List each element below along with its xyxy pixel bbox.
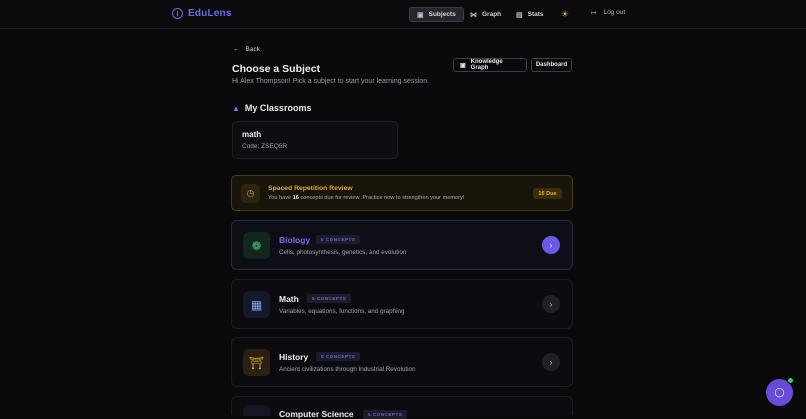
nav-stats-label: Stats xyxy=(527,11,544,18)
subject-card-history[interactable]: ⛩ History 5 CONCEPTS Ancient civilizatio… xyxy=(231,337,573,387)
graduation-cap-icon: ▲ xyxy=(232,103,240,113)
classroom-name: math xyxy=(242,130,262,139)
calculator-icon: ▦ xyxy=(243,291,270,318)
network-icon: ⋈ xyxy=(470,11,477,19)
logout-button[interactable]: ↦ Log out xyxy=(591,9,625,17)
nav-subjects[interactable]: ▣ Subjects xyxy=(409,7,464,22)
book-icon: ▣ xyxy=(417,11,424,19)
subject-description: Cells, photosynthesis, genetics, and evo… xyxy=(279,249,407,256)
chevron-right-icon[interactable]: › xyxy=(542,295,560,313)
due-badge: 16 Due xyxy=(533,188,562,199)
page-title: Choose a Subject xyxy=(232,63,321,75)
back-label: Back xyxy=(245,46,260,53)
bar-chart-icon: ▤ xyxy=(516,11,523,19)
knowledge-graph-label: Knowledge Graph xyxy=(470,59,503,71)
dashboard-button[interactable]: Dashboard xyxy=(531,58,572,72)
chevron-right-icon[interactable]: › xyxy=(542,353,560,371)
clock-icon: ◷ xyxy=(241,184,260,203)
chat-bubble-icon: ◯ xyxy=(774,387,785,397)
subject-description: Variables, equations, functions, and gra… xyxy=(279,308,405,315)
subject-name: Biology xyxy=(279,235,311,245)
back-button[interactable]: ← Back xyxy=(233,46,260,53)
subject-name: History xyxy=(279,352,309,362)
spaced-repetition-banner[interactable]: ◷ Spaced Repetition Review You have 16 c… xyxy=(231,175,573,211)
classroom-code: Code: ZSEQ5R xyxy=(242,143,288,150)
dna-icon: ❁ xyxy=(243,232,270,259)
review-text: You have 16 concepts due for review. Pra… xyxy=(268,195,464,201)
logout-label: Log out xyxy=(603,9,626,16)
sun-icon[interactable]: ☀ xyxy=(561,9,569,20)
nav-graph[interactable]: ⋈ Graph xyxy=(470,7,501,22)
review-text-before: You have xyxy=(268,195,293,201)
chevron-right-icon[interactable]: › xyxy=(542,236,560,254)
review-text-after: concepts due for review. Practice now to… xyxy=(298,195,465,201)
subject-card-math[interactable]: ▦ Math 5 CONCEPTS Variables, equations, … xyxy=(231,279,573,329)
nav-stats[interactable]: ▤ Stats xyxy=(516,7,544,22)
classrooms-heading: ▲ My Classrooms xyxy=(232,103,311,113)
concept-count-badge: 5 CONCEPTS xyxy=(316,352,361,361)
online-indicator xyxy=(787,377,794,384)
landmark-icon: ⛩ xyxy=(243,349,270,376)
classrooms-heading-label: My Classrooms xyxy=(244,103,312,113)
subject-description: Ancient civilizations through Industrial… xyxy=(279,366,416,373)
subject-card-computer-science[interactable]: Computer Science 5 CONCEPTS xyxy=(231,396,573,419)
dashboard-label: Dashboard xyxy=(535,62,568,68)
arrow-left-icon: ← xyxy=(233,46,240,53)
code-icon xyxy=(243,405,270,416)
top-nav: EduLens ▣ Subjects ⋈ Graph ▤ Stats ☀ ↦ L… xyxy=(0,0,806,29)
nav-subjects-label: Subjects xyxy=(428,11,456,18)
logo[interactable]: EduLens xyxy=(172,8,232,19)
page-subtitle: Hi Alex Thompson! Pick a subject to star… xyxy=(232,78,430,85)
review-title: Spaced Repetition Review xyxy=(268,185,353,192)
subject-card-biology[interactable]: ❁ Biology 5 CONCEPTS Cells, photosynthes… xyxy=(231,220,573,270)
subject-name: Computer Science xyxy=(279,409,354,419)
concept-count-badge: 5 CONCEPTS xyxy=(316,235,361,244)
nav-graph-label: Graph xyxy=(482,11,502,18)
concept-count-badge: 5 CONCEPTS xyxy=(307,294,352,303)
classroom-card[interactable]: math Code: ZSEQ5R xyxy=(232,121,398,159)
subject-name: Math xyxy=(279,294,299,304)
book-open-icon: ▣ xyxy=(460,62,466,69)
knowledge-graph-button[interactable]: ▣ Knowledge Graph xyxy=(453,58,527,72)
edulens-logo-icon xyxy=(172,8,183,19)
app-name: EduLens xyxy=(188,8,232,19)
logout-icon: ↦ xyxy=(591,10,597,17)
